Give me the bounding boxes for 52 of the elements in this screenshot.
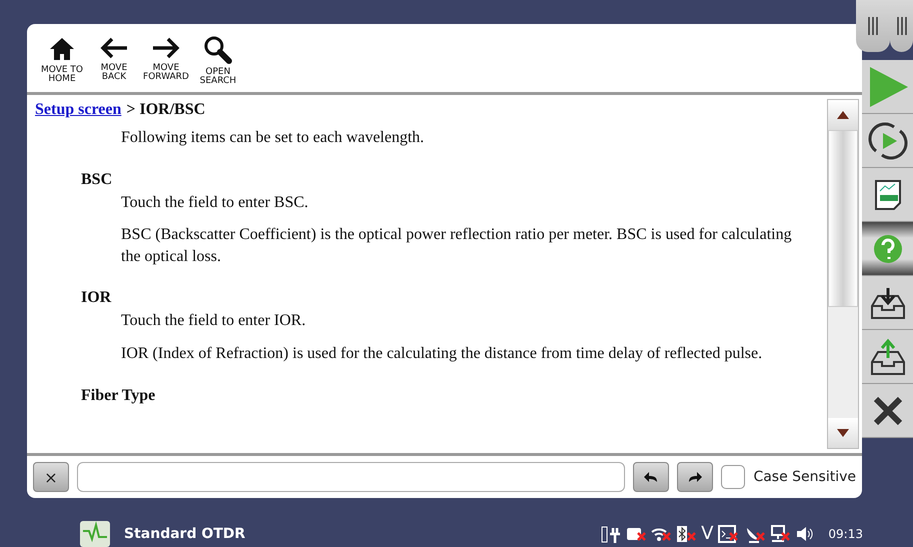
app-chart-icon bbox=[80, 520, 110, 546]
up-triangle-icon bbox=[837, 111, 849, 119]
paragraph: IOR (Index of Refraction) is used for the calculating the distance from time delay of reflected pulse. bbox=[121, 344, 764, 364]
paragraph: Touch the field to enter IOR. bbox=[121, 311, 307, 332]
tray-down-arrow-icon bbox=[870, 286, 906, 320]
side-button[interactable] bbox=[862, 222, 913, 276]
side-button[interactable] bbox=[862, 114, 913, 168]
tray-up-arrow-icon bbox=[870, 338, 906, 376]
breadcrumb-link[interactable]: Setup screen bbox=[35, 101, 122, 119]
side-button[interactable] bbox=[862, 384, 913, 438]
toolbar-button[interactable]: MOVE TO HOME bbox=[41, 36, 83, 86]
paragraph: BSC (Backscatter Coefficient) is the optical power reflection ratio per meter. BSC is used for calculating the optical loss. bbox=[121, 225, 793, 267]
curved-left-arrow-icon bbox=[643, 470, 660, 484]
curved-right-arrow-icon bbox=[687, 470, 704, 484]
scroll-up-button[interactable] bbox=[828, 100, 858, 130]
page-title: > IOR/BSC bbox=[126, 101, 206, 119]
side-button[interactable] bbox=[862, 330, 913, 384]
section-heading: IOR bbox=[81, 289, 112, 308]
section-heading: BSC bbox=[81, 170, 114, 189]
help-icon bbox=[872, 234, 902, 264]
scroll-down-button[interactable] bbox=[828, 418, 858, 448]
close-icon bbox=[872, 396, 902, 426]
app-name: Standard OTDR bbox=[124, 526, 246, 542]
case-sensitive-label: Case Sensitive bbox=[753, 469, 856, 485]
grip-icon bbox=[867, 17, 879, 35]
previous-match-button[interactable] bbox=[633, 462, 670, 492]
side-button[interactable] bbox=[862, 168, 913, 222]
repeat-play-icon bbox=[868, 120, 908, 160]
clear-button[interactable]: × bbox=[33, 462, 69, 492]
section-heading: Fiber Type bbox=[81, 386, 156, 405]
panel-tab[interactable] bbox=[856, 0, 890, 52]
next-match-button[interactable] bbox=[677, 462, 714, 492]
scrollbar[interactable] bbox=[827, 99, 859, 449]
case-sensitive-checkbox[interactable] bbox=[721, 465, 746, 489]
forward-arrow-icon bbox=[151, 36, 181, 60]
clock: 09:13 bbox=[828, 526, 863, 540]
report-icon bbox=[874, 178, 902, 210]
toolbar-button[interactable]: MOVE BACK bbox=[93, 36, 135, 86]
toolbar-button[interactable]: OPEN SEARCH bbox=[197, 36, 239, 86]
grip-icon bbox=[896, 17, 908, 35]
paragraph: Touch the field to enter BSC. bbox=[121, 192, 310, 213]
search-field[interactable] bbox=[77, 462, 626, 492]
intro-text: Following items can be set to each wavelength. bbox=[121, 128, 426, 148]
toolbar-button[interactable]: MOVE FORWARD bbox=[145, 36, 187, 86]
v-indicator: V bbox=[701, 523, 714, 544]
home-icon bbox=[48, 36, 76, 62]
panel-tab[interactable] bbox=[890, 0, 913, 52]
play-icon bbox=[868, 64, 908, 108]
search-icon bbox=[203, 36, 233, 64]
down-triangle-icon bbox=[837, 429, 849, 437]
side-button[interactable] bbox=[862, 276, 913, 330]
back-arrow-icon bbox=[99, 36, 129, 60]
